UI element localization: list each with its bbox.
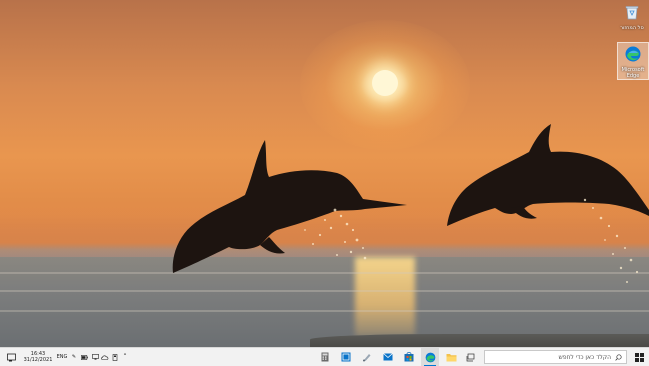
usb-icon — [112, 353, 118, 361]
notification-icon — [6, 353, 16, 361]
sun — [372, 70, 398, 96]
store-icon — [404, 352, 414, 362]
pen-icon: ✎ — [71, 354, 77, 360]
taskbar: 16:43 31/12/2021 ENG ✎ ˄ הקלד כאן כדי לח… — [0, 347, 649, 366]
notification-center-button[interactable] — [4, 348, 18, 366]
taskbar-app-store[interactable] — [402, 348, 416, 366]
edge-label: Microsoft Edge — [621, 67, 645, 79]
taskbar-app-paint[interactable] — [360, 348, 374, 366]
onedrive-tray-button[interactable] — [101, 348, 109, 366]
search-icon — [615, 353, 622, 361]
water-splash — [583, 198, 639, 283]
display-tray-button[interactable] — [91, 348, 99, 366]
taskbar-app-mail[interactable] — [381, 348, 395, 366]
recycle-bin-label: סל המחזור — [620, 25, 644, 31]
chevron-up-icon: ˄ — [123, 353, 127, 361]
battery-tray-button[interactable] — [80, 348, 88, 366]
language-label: ENG — [56, 354, 68, 360]
search-box[interactable]: הקלד כאן כדי לחפש — [484, 350, 627, 364]
shore — [310, 334, 649, 347]
wave-line — [0, 290, 649, 292]
edge-icon — [425, 352, 435, 362]
tray-app-button[interactable] — [111, 348, 119, 366]
start-button[interactable] — [631, 348, 647, 366]
clock-date: 31/12/2021 — [23, 357, 53, 363]
battery-icon — [80, 354, 88, 360]
photos-icon — [341, 352, 351, 362]
task-view-button[interactable] — [464, 348, 478, 366]
calculator-icon — [321, 352, 329, 362]
water-splash — [304, 208, 367, 260]
clock[interactable]: 16:43 31/12/2021 — [22, 348, 54, 366]
mail-icon — [383, 353, 393, 361]
task-view-icon — [466, 353, 475, 361]
desktop-wallpaper: סל המחזור Microsoft Edge — [0, 0, 649, 347]
recycle-bin-icon — [625, 6, 639, 20]
taskbar-app-calculator[interactable] — [318, 348, 332, 366]
language-indicator[interactable]: ENG — [56, 348, 68, 366]
brush-icon — [363, 354, 371, 362]
pen-tray-button[interactable]: ✎ — [70, 348, 78, 366]
wave-line — [0, 310, 649, 312]
windows-logo-icon — [634, 352, 644, 362]
taskbar-app-edge[interactable] — [421, 348, 439, 366]
recycle-bin-shortcut[interactable]: סל המחזור — [617, 3, 647, 31]
taskbar-app-photos[interactable] — [339, 348, 353, 366]
taskbar-app-file-explorer[interactable] — [444, 348, 458, 366]
show-hidden-icons-button[interactable]: ˄ — [121, 348, 129, 366]
edge-icon — [625, 46, 641, 62]
cloud-icon — [101, 355, 109, 360]
search-placeholder: הקלד כאן כדי לחפש — [558, 353, 611, 361]
edge-shortcut[interactable]: Microsoft Edge — [617, 42, 649, 80]
folder-icon — [446, 353, 456, 361]
monitor-icon — [91, 354, 99, 360]
